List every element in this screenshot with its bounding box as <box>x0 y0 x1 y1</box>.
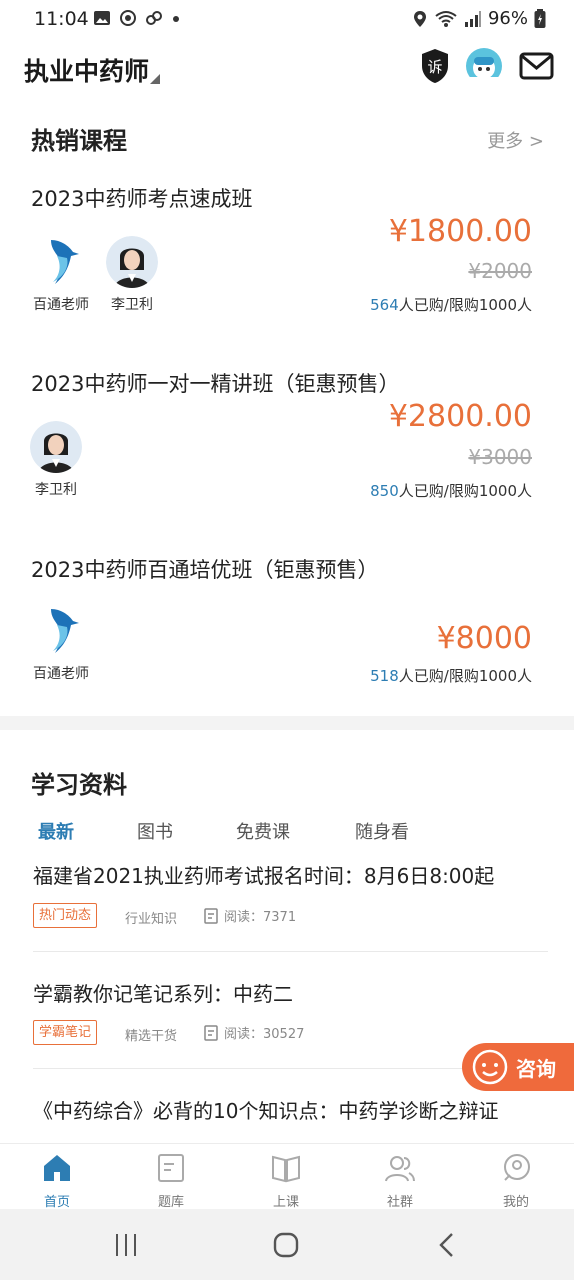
reads-label: 阅读： <box>224 1027 264 1042</box>
location-icon <box>413 10 426 27</box>
article-category: 精选干货 <box>125 1029 178 1044</box>
course-original-price: ¥3000 <box>468 445 532 469</box>
article-title: 《中药综合》必背的10个知识点：中药学诊断之辩证 <box>33 1099 499 1123</box>
wifi-icon <box>435 10 457 27</box>
nav-classes[interactable]: 上课 <box>229 1144 343 1210</box>
article-title: 学霸教你记笔记系列：中药二 <box>33 982 293 1006</box>
home-icon <box>44 1155 70 1181</box>
course-sold-count: 850人已购/限购1000人 <box>370 480 532 501</box>
sold-number: 518 <box>370 667 399 685</box>
nav-label: 首页 <box>43 1195 70 1210</box>
section-divider <box>0 716 574 730</box>
sold-suffix: 人已购/限购1000人 <box>398 482 532 500</box>
tab-watch-anywhere[interactable]: 随身看 <box>355 818 409 844</box>
teacher-name: 李卫利 <box>111 297 153 313</box>
battery-icon <box>534 8 546 28</box>
article-tag: 学霸笔记 <box>33 1020 98 1045</box>
teacher-photo-avatar <box>30 421 82 473</box>
question-bank-icon <box>158 1154 184 1182</box>
baitong-logo-icon <box>35 605 87 657</box>
nav-community[interactable]: 社群 <box>343 1144 457 1210</box>
article-tag: 热门动态 <box>33 903 98 928</box>
list-divider <box>33 951 548 952</box>
article-title: 福建省2021执业药师考试报名时间：8月6日8:00起 <box>33 864 495 888</box>
tab-latest[interactable]: 最新 <box>38 818 74 844</box>
course-price: ¥2800.00 <box>388 399 532 434</box>
article-reads: 阅读：7371 <box>204 906 296 925</box>
back-icon[interactable] <box>437 1232 457 1258</box>
teacher-name: 李卫利 <box>35 482 77 498</box>
course-title: 2023中药师百通培优班（钜惠预售） <box>31 558 379 582</box>
nav-label: 上课 <box>272 1195 299 1210</box>
sold-number: 564 <box>370 296 399 314</box>
baitong-logo-icon <box>35 236 87 288</box>
course-sold-count: 564人已购/限购1000人 <box>370 294 532 315</box>
sold-suffix: 人已购/限购1000人 <box>398 296 532 314</box>
book-icon <box>272 1155 300 1183</box>
complaint-badge-text: 诉 <box>427 58 442 76</box>
nav-label: 我的 <box>502 1195 529 1210</box>
hot-courses-title: 热销课程 <box>31 127 127 155</box>
community-icon <box>385 1156 415 1182</box>
nav-label: 社群 <box>386 1195 413 1210</box>
study-materials-title: 学习资料 <box>31 771 127 799</box>
nav-label: 题库 <box>157 1195 184 1210</box>
teacher-name: 百通老师 <box>33 666 89 682</box>
course-title: 2023中药师一对一精讲班（钜惠预售） <box>31 372 400 396</box>
teacher-li: 李卫利 <box>102 236 162 314</box>
teacher-baitong: 百通老师 <box>31 236 91 314</box>
more-courses-link[interactable]: 更多 > <box>487 127 544 153</box>
consult-button[interactable]: 咨询 <box>462 1043 574 1091</box>
course-original-price: ¥2000 <box>468 259 532 283</box>
tab-free-courses[interactable]: 免费课 <box>236 818 290 844</box>
course-price: ¥8000 <box>436 621 532 656</box>
complaint-shield-icon[interactable]: 诉 <box>420 48 450 88</box>
status-notification-icons <box>93 9 181 27</box>
sync-icon <box>120 10 136 26</box>
recent-apps-icon[interactable] <box>113 1232 139 1258</box>
system-nav-bar <box>0 1209 574 1280</box>
battery-percent: 96% <box>487 8 528 29</box>
dropdown-caret-icon[interactable] <box>150 74 160 84</box>
reads-count: 7371 <box>263 910 297 925</box>
course-sold-count: 518人已购/限购1000人 <box>370 665 532 686</box>
reads-label: 阅读： <box>224 910 264 925</box>
document-icon <box>204 907 218 924</box>
profile-icon <box>504 1154 530 1181</box>
course-price: ¥1800.00 <box>388 214 532 249</box>
status-bar: 11:04 96% <box>0 0 574 38</box>
article-category: 行业知识 <box>125 912 178 927</box>
customer-service-icon <box>472 1049 508 1085</box>
sold-suffix: 人已购/限购1000人 <box>398 667 532 685</box>
course-title: 2023中药师考点速成班 <box>31 187 253 211</box>
customer-service-avatar-icon[interactable] <box>465 47 503 89</box>
sold-number: 850 <box>370 482 399 500</box>
bottom-nav: 首页 题库 上课 社群 我的 <box>0 1143 574 1210</box>
home-button-icon[interactable] <box>273 1232 299 1258</box>
consult-label: 咨询 <box>516 1056 556 1081</box>
nav-question-bank[interactable]: 题库 <box>114 1144 228 1210</box>
tab-books[interactable]: 图书 <box>137 818 173 844</box>
document-icon <box>204 1024 218 1041</box>
nav-profile[interactable]: 我的 <box>459 1144 573 1210</box>
gallery-icon <box>94 11 110 25</box>
reads-count: 30527 <box>263 1027 305 1042</box>
exam-category-selector[interactable]: 执业中药师 <box>24 52 149 88</box>
article-reads: 阅读：30527 <box>204 1023 304 1042</box>
teacher-li: 李卫利 <box>26 421 86 499</box>
teacher-name: 百通老师 <box>33 297 89 313</box>
dot-icon <box>173 16 179 22</box>
status-system-icons: 96% <box>412 8 546 29</box>
status-time: 11:04 <box>34 8 89 30</box>
link-icon <box>146 11 162 25</box>
teacher-photo-avatar <box>106 236 158 288</box>
teacher-baitong: 百通老师 <box>31 605 91 683</box>
nav-home[interactable]: 首页 <box>0 1144 114 1210</box>
mail-icon[interactable] <box>519 52 554 84</box>
signal-icon <box>464 10 481 27</box>
